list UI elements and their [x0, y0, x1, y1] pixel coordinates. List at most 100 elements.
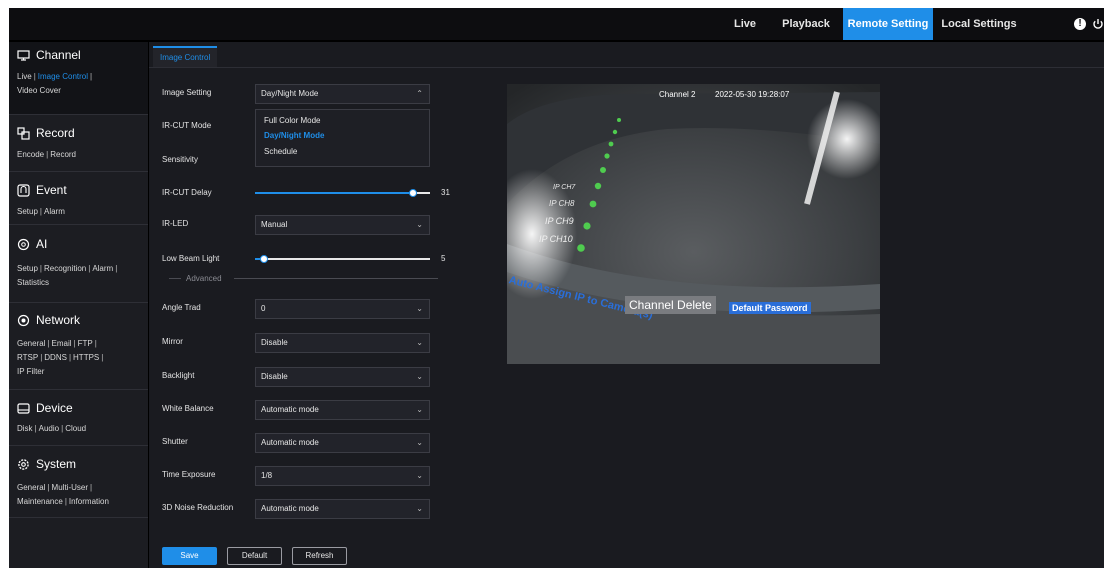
preview-ch-label-10: IP CH10: [539, 234, 573, 244]
slider-thumb[interactable]: [260, 255, 268, 263]
divider-line-right: [234, 278, 438, 279]
noise-reduction-label: 3D Noise Reduction: [162, 503, 234, 512]
sidebar-links-system: General | Multi-User | Maintenance | Informat…: [17, 483, 109, 506]
sidebar-link-video-cover[interactable]: Video Cover: [17, 86, 61, 95]
nav-remote-setting[interactable]: Remote Setting: [843, 8, 933, 40]
dropdown-option-schedule[interactable]: Schedule: [264, 147, 297, 156]
nav-live[interactable]: Live: [725, 8, 765, 40]
sidebar-link-encode[interactable]: Encode: [17, 150, 44, 159]
network-icon: [17, 314, 30, 326]
low-beam-slider[interactable]: [255, 254, 430, 264]
sidebar-link-ai-alarm[interactable]: Alarm: [92, 264, 113, 273]
camera-preview[interactable]: Channel 2 2022-05-30 19:28:07 IP CH7 IP …: [507, 84, 880, 364]
shutter-select[interactable]: Automatic mode ⌄: [255, 433, 430, 453]
dropdown-option-day-night[interactable]: Day/Night Mode: [264, 131, 324, 140]
ir-led-select[interactable]: Manual ⌄: [255, 215, 430, 235]
sidebar-head-system[interactable]: System: [17, 457, 76, 471]
sidebar-links-event: Setup | Alarm: [17, 207, 65, 216]
angle-trad-select[interactable]: 0 ⌄: [255, 299, 430, 319]
sidebar-title-record: Record: [36, 126, 75, 140]
sidebar-section-network: Network General | Email | FTP | RTSP | DDNS | HTT…: [9, 302, 148, 390]
sidebar-head-ai[interactable]: AI: [17, 237, 47, 251]
noise-reduction-value: Automatic mode: [261, 504, 319, 513]
ir-led-label: IR-LED: [162, 219, 189, 228]
ircut-delay-value: 31: [441, 188, 450, 197]
save-button[interactable]: Save: [162, 547, 217, 565]
chevron-down-icon: ⌄: [416, 338, 423, 347]
sidebar-link-alarm[interactable]: Alarm: [44, 207, 65, 216]
sidebar-link-recognition[interactable]: Recognition: [44, 264, 86, 273]
white-balance-select[interactable]: Automatic mode ⌄: [255, 400, 430, 420]
time-exposure-select[interactable]: 1/8 ⌄: [255, 466, 430, 486]
backlight-select[interactable]: Disable ⌄: [255, 367, 430, 387]
low-beam-label: Low Beam Light: [162, 254, 220, 263]
sidebar-link-audio[interactable]: Audio: [39, 424, 59, 433]
chevron-up-icon: ⌃: [416, 89, 423, 98]
sidebar-link-information[interactable]: Information: [69, 497, 109, 506]
sidebar-head-event[interactable]: Event: [17, 183, 67, 197]
sidebar-head-record[interactable]: Record: [17, 126, 75, 140]
sidebar-head-device[interactable]: Device: [17, 401, 73, 415]
sidebar-title-device: Device: [36, 401, 73, 415]
preview-timestamp: 2022-05-30 19:28:07: [715, 90, 790, 99]
sidebar-link-system-general[interactable]: General: [17, 483, 45, 492]
sidebar-section-channel: Channel Live | Image Control | Video Cover: [9, 42, 148, 115]
tab-image-control[interactable]: Image Control: [153, 46, 218, 68]
image-setting-select[interactable]: Day/Night Mode ⌃: [255, 84, 430, 104]
sidebar-link-maintenance[interactable]: Maintenance: [17, 497, 63, 506]
chevron-down-icon: ⌄: [416, 471, 423, 480]
ircut-delay-slider[interactable]: [255, 188, 430, 198]
disk-icon: [17, 402, 30, 414]
sidebar-link-statistics[interactable]: Statistics: [17, 278, 49, 287]
alert-icon[interactable]: !: [1074, 18, 1086, 30]
ai-icon: [17, 238, 30, 250]
sidebar-link-general[interactable]: General: [17, 339, 45, 348]
time-exposure-label: Time Exposure: [162, 470, 216, 479]
sidebar-link-ip-filter[interactable]: IP Filter: [17, 367, 44, 376]
angle-trad-value: 0: [261, 304, 266, 313]
slider-thumb[interactable]: [409, 189, 417, 197]
sidebar-link-image-control[interactable]: Image Control: [38, 72, 88, 81]
sidebar-link-cloud[interactable]: Cloud: [65, 424, 86, 433]
sidebar-section-record: Record Encode | Record: [9, 114, 148, 172]
nav-local-settings[interactable]: Local Settings: [939, 8, 1019, 40]
dropdown-option-full-color[interactable]: Full Color Mode: [264, 116, 320, 125]
gear-icon: [18, 458, 29, 470]
preview-default-password: Default Password: [729, 302, 811, 314]
preview-channel-delete: Channel Delete: [625, 296, 716, 314]
sidebar-link-ddns[interactable]: DDNS: [44, 353, 67, 362]
sidebar-links-network: General | Email | FTP | RTSP | DDNS | HTTPS | IP F…: [17, 339, 104, 376]
sidebar-links-record: Encode | Record: [17, 150, 77, 159]
event-icon: [17, 183, 30, 197]
sidebar-head-network[interactable]: Network: [17, 313, 80, 327]
sidebar-link-ai-setup[interactable]: Setup: [17, 264, 38, 273]
sidebar-link-rtsp[interactable]: RTSP: [17, 353, 38, 362]
sidebar-link-ftp[interactable]: FTP: [78, 339, 93, 348]
refresh-button[interactable]: Refresh: [292, 547, 347, 565]
sidebar-link-record[interactable]: Record: [50, 150, 76, 159]
ircut-mode-label: IR-CUT Mode: [162, 121, 212, 130]
divider-line-left: [169, 278, 181, 279]
nav-playback[interactable]: Playback: [775, 8, 837, 40]
sidebar-link-live[interactable]: Live: [17, 72, 32, 81]
noise-reduction-select[interactable]: Automatic mode ⌄: [255, 499, 430, 519]
top-navigation-bar: Live Playback Remote Setting Local Setti…: [9, 8, 1104, 42]
image-setting-value: Day/Night Mode: [261, 89, 319, 98]
sidebar-link-disk[interactable]: Disk: [17, 424, 33, 433]
sidebar-head-channel[interactable]: Channel: [17, 48, 81, 62]
mirror-select[interactable]: Disable ⌄: [255, 333, 430, 353]
sidebar-link-email[interactable]: Email: [52, 339, 72, 348]
slider-track: [255, 258, 430, 260]
default-button[interactable]: Default: [227, 547, 282, 565]
backlight-value: Disable: [261, 372, 288, 381]
sidebar-title-channel: Channel: [36, 48, 81, 62]
preview-ch-label-8: IP CH8: [549, 199, 575, 208]
main-content: Image Control Image Setting Day/Night Mo…: [149, 42, 1104, 568]
tab-underline: [149, 67, 1104, 68]
power-icon[interactable]: [1092, 18, 1104, 30]
sidebar-link-multi-user[interactable]: Multi-User: [52, 483, 88, 492]
sidebar-link-setup[interactable]: Setup: [17, 207, 38, 216]
sidebar-link-https[interactable]: HTTPS: [73, 353, 99, 362]
sidebar-section-system: System General | Multi-User | Maintenance | I…: [9, 445, 148, 518]
sidebar-links-channel: Live | Image Control | Video Cover: [17, 72, 93, 95]
